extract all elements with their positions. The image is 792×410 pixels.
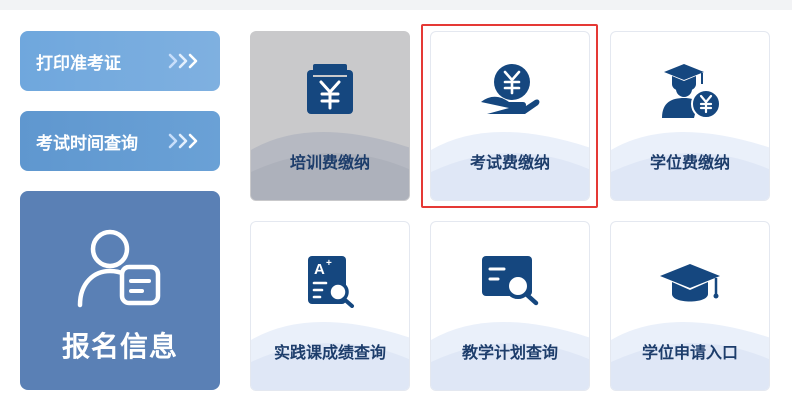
exam-fee-label: 考试费缴纳 xyxy=(469,153,550,172)
practice-grade-query-tile[interactable]: A + 实践课成绩查询 xyxy=(250,221,410,391)
plan-search-icon xyxy=(480,252,540,310)
graduate-yuan-icon xyxy=(658,62,722,124)
registration-info-card[interactable]: 报名信息 xyxy=(20,191,220,390)
yuan-card-icon xyxy=(305,62,355,120)
svg-text:+: + xyxy=(326,258,332,269)
hand-yuan-coin-icon xyxy=(479,62,541,120)
practice-grade-query-label: 实践课成绩查询 xyxy=(273,343,386,362)
print-admission-ticket-button[interactable]: 打印准考证 xyxy=(20,31,220,91)
degree-fee-tile[interactable]: 学位费缴纳 xyxy=(610,31,770,201)
teaching-plan-query-label: 教学计划查询 xyxy=(461,343,558,362)
svg-text:A: A xyxy=(314,261,325,278)
mortarboard-icon xyxy=(658,262,722,310)
exam-fee-tile[interactable]: 考试费缴纳 xyxy=(430,31,590,201)
registration-info-label: 报名信息 xyxy=(61,330,178,363)
degree-application-label: 学位申请入口 xyxy=(641,343,738,362)
print-admission-ticket-label: 打印准考证 xyxy=(36,53,121,74)
training-fee-tile[interactable]: 培训费缴纳 xyxy=(250,31,410,201)
degree-application-tile[interactable]: 学位申请入口 xyxy=(610,221,770,391)
teaching-plan-query-tile[interactable]: 教学计划查询 xyxy=(430,221,590,391)
triple-chevron-right-icon xyxy=(168,133,200,149)
exam-time-query-label: 考试时间查询 xyxy=(36,133,138,154)
degree-fee-label: 学位费缴纳 xyxy=(649,153,730,172)
training-fee-label: 培训费缴纳 xyxy=(289,153,370,172)
grade-report-search-icon: A + xyxy=(304,252,356,312)
user-document-icon xyxy=(74,225,166,313)
exam-time-query-button[interactable]: 考试时间查询 xyxy=(20,111,220,171)
triple-chevron-right-icon xyxy=(168,53,200,69)
